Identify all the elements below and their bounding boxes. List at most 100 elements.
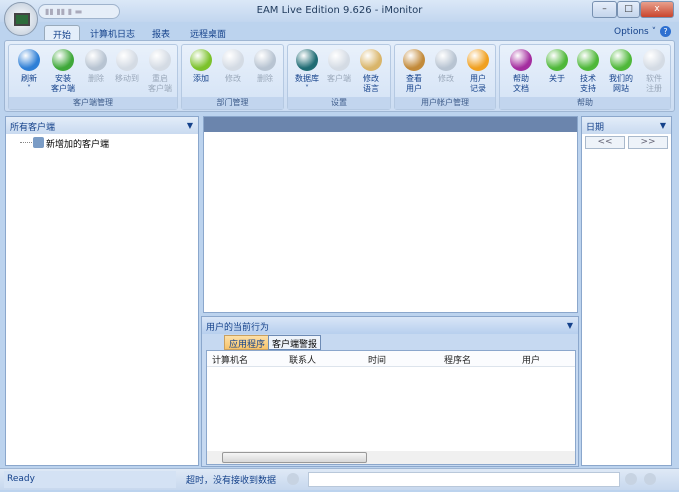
- tab-client-alerts[interactable]: 客户端警报: [268, 335, 322, 350]
- monitor-icon: [14, 13, 30, 26]
- ribbon-group-label: 帮助: [500, 97, 670, 109]
- ribbon-button[interactable]: 技术 支持: [574, 49, 602, 94]
- date-panel: 日期 ▼ << >>: [581, 116, 672, 466]
- help-doc-icon: [510, 49, 532, 71]
- tree-item-label: 新增加的客户端: [46, 140, 110, 150]
- database-icon: [296, 49, 318, 71]
- activity-panel-header: 用户的当前行为 ▼: [202, 317, 578, 334]
- tab-applications[interactable]: 应用程序: [224, 335, 271, 350]
- ribbon-group-label: 部门管理: [182, 97, 283, 109]
- status-bar: Ready 超时，没有接收到数据: [0, 468, 679, 490]
- prev-button[interactable]: <<: [585, 136, 625, 149]
- ribbon-button[interactable]: 添加: [187, 49, 215, 84]
- dropdown-icon[interactable]: ▼: [660, 121, 666, 130]
- column-program-name[interactable]: 程序名: [444, 353, 471, 366]
- dropdown-icon[interactable]: ▼: [187, 121, 193, 130]
- ribbon-button[interactable]: 修改: [432, 49, 460, 84]
- ribbon-group: 刷新 ˅ 安装 客户端 删除 移动到 重启 客户端 客户端管理: [8, 44, 178, 110]
- main-view-header: [204, 117, 577, 132]
- ribbon-group: 添加 修改 删除部门管理: [181, 44, 284, 110]
- clients-panel: 所有客户端 ▼ 新增加的客户端: [5, 116, 199, 466]
- language-icon: [360, 49, 382, 71]
- user-edit-icon: [435, 49, 457, 71]
- delete-icon: [254, 49, 276, 71]
- main-view: [203, 116, 578, 313]
- app-menu-button[interactable]: [4, 2, 38, 36]
- ribbon-button-label: 修改 语言: [363, 74, 379, 93]
- quick-access-toolbar[interactable]: ▮▮ ▮▮ ▮ ▬: [38, 4, 120, 19]
- ribbon-button-label: 删除: [257, 74, 273, 83]
- ribbon-button-label: 添加: [193, 74, 209, 83]
- website-icon: [610, 49, 632, 71]
- users-icon: [403, 49, 425, 71]
- status-input[interactable]: [308, 472, 620, 487]
- dropdown-icon[interactable]: ▼: [567, 321, 573, 330]
- ribbon-button-label: 软件 注册: [646, 74, 662, 93]
- next-button[interactable]: >>: [628, 136, 668, 149]
- ribbon-button-label: 移动到: [115, 74, 139, 83]
- ribbon-button[interactable]: 删除: [251, 49, 279, 84]
- tree-item[interactable]: 新增加的客户端: [6, 136, 198, 152]
- ribbon-button[interactable]: 关于: [543, 49, 571, 84]
- column-user[interactable]: 用户: [522, 353, 540, 366]
- ribbon-button-label: 修改: [225, 74, 241, 83]
- ribbon-button[interactable]: 数据库 ˅: [293, 49, 321, 94]
- ribbon-tabs: 开始 计算机日志 报表 远程桌面 Options ˅ ?: [0, 22, 679, 41]
- horizontal-scrollbar[interactable]: [207, 451, 575, 464]
- help-icon[interactable]: ?: [660, 26, 671, 37]
- ribbon-button[interactable]: 软件 注册: [640, 49, 668, 94]
- zoom-icon[interactable]: [287, 473, 299, 485]
- ribbon-button[interactable]: 移动到: [113, 49, 141, 84]
- client-icon: [328, 49, 350, 71]
- tab-reports[interactable]: 报表: [144, 25, 178, 41]
- ribbon-button-label: 安装 客户端: [51, 74, 75, 93]
- ribbon-button[interactable]: 修改: [219, 49, 247, 84]
- install-client-icon: [52, 49, 74, 71]
- minimize-button[interactable]: –: [592, 1, 617, 18]
- ribbon-button[interactable]: 客户端: [325, 49, 353, 84]
- zoom-in-icon[interactable]: [644, 473, 656, 485]
- ribbon-button[interactable]: 帮助 文档: [507, 49, 535, 94]
- about-icon: [546, 49, 568, 71]
- restart-icon: [149, 49, 171, 71]
- clients-panel-header: 所有客户端 ▼: [6, 117, 198, 134]
- column-contact[interactable]: 联系人: [289, 353, 316, 366]
- close-button[interactable]: x: [640, 1, 674, 18]
- tab-computer-log[interactable]: 计算机日志: [82, 25, 143, 41]
- ribbon-button-label: 删除: [88, 74, 104, 83]
- ribbon-button[interactable]: 查看 用户: [400, 49, 428, 94]
- tab-start[interactable]: 开始: [44, 25, 81, 41]
- clients-panel-title: 所有客户端: [10, 123, 56, 133]
- ribbon-button[interactable]: 重启 客户端: [146, 49, 174, 94]
- ribbon-button-label: 查看 用户: [406, 74, 422, 93]
- ribbon-button[interactable]: 用户 记录: [464, 49, 492, 94]
- date-panel-header: 日期 ▼: [582, 117, 671, 134]
- ribbon-button-label: 关于: [549, 74, 565, 83]
- ribbon-group-label: 用户帐户管理: [395, 97, 495, 109]
- ribbon-group: 帮助 文档 关于 技术 支持 我们的 网站 软件 注册帮助: [499, 44, 671, 110]
- scrollbar-thumb[interactable]: [222, 452, 367, 463]
- table-header: 计算机名 联系人 时间 程序名 用户: [207, 351, 575, 367]
- zoom-out-icon[interactable]: [625, 473, 637, 485]
- ribbon-group-label: 设置: [288, 97, 390, 109]
- edit-icon: [222, 49, 244, 71]
- ribbon-button[interactable]: 我们的 网站: [607, 49, 635, 94]
- ribbon-button-label: 刷新: [21, 74, 37, 83]
- support-icon: [577, 49, 599, 71]
- activity-panel: 用户的当前行为 ▼ 应用程序 客户端警报 计算机名 联系人 时间 程序名 用户: [201, 316, 579, 467]
- activity-table: 计算机名 联系人 时间 程序名 用户: [206, 350, 576, 465]
- ribbon-group: 查看 用户 修改 用户 记录用户帐户管理: [394, 44, 496, 110]
- ribbon-button-label: 我们的 网站: [609, 74, 633, 93]
- tab-remote-desktop[interactable]: 远程桌面: [182, 25, 234, 41]
- column-computer-name[interactable]: 计算机名: [212, 353, 248, 366]
- options-menu[interactable]: Options ˅: [614, 27, 656, 37]
- ribbon-button[interactable]: 删除: [82, 49, 110, 84]
- column-time[interactable]: 时间: [368, 353, 386, 366]
- ribbon-button[interactable]: 安装 客户端: [49, 49, 77, 94]
- status-message: 超时，没有接收到数据: [186, 476, 277, 486]
- maximize-button[interactable]: □: [617, 1, 640, 18]
- ribbon-button-label: 重启 客户端: [148, 74, 172, 93]
- activity-panel-title: 用户的当前行为: [206, 323, 270, 333]
- ribbon-button[interactable]: 修改 语言: [357, 49, 385, 94]
- ribbon-button[interactable]: 刷新 ˅: [15, 49, 43, 94]
